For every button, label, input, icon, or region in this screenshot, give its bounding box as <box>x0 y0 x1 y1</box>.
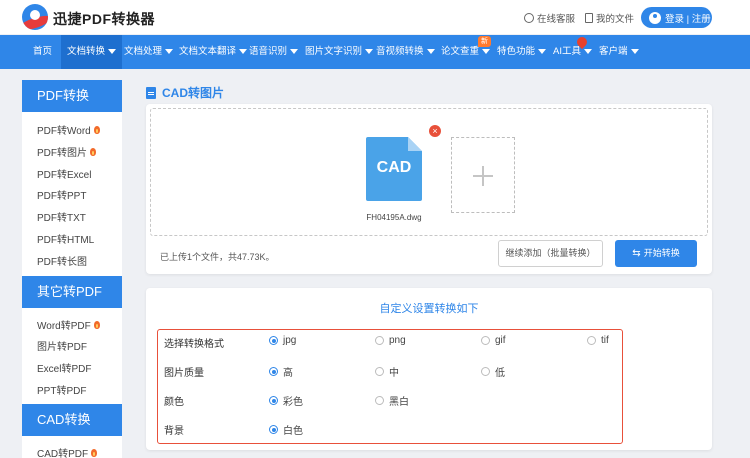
new-badge: 新 <box>478 36 491 47</box>
my-files-label: 我的文件 <box>596 14 635 25</box>
radio-unchecked-icon <box>587 336 596 345</box>
login-label: 登录 | 注册 <box>665 13 711 25</box>
caret-down-icon <box>538 48 547 54</box>
file-extension-label: CAD <box>376 159 412 176</box>
file-fold-icon <box>408 137 422 151</box>
login-button[interactable]: 登录 | 注册 <box>641 7 712 28</box>
document-icon <box>146 86 156 99</box>
start-convert-label: 开始转换 <box>643 248 680 258</box>
flame-icon <box>93 320 100 329</box>
radio-checked-icon <box>269 367 278 376</box>
sidebar-item-excel-to-pdf[interactable]: Excel转PDF <box>37 360 91 375</box>
nav-item-av-convert[interactable]: 音视频转换 <box>376 35 435 69</box>
nav-item-ocr[interactable]: 图片文字识别 <box>305 35 374 69</box>
color-option-color[interactable]: 彩色 <box>269 393 303 408</box>
quality-option-low[interactable]: 低 <box>481 364 505 379</box>
sidebar-item-word-to-pdf[interactable]: Word转PDF <box>37 317 100 332</box>
start-convert-button[interactable]: ⇆ 开始转换 <box>615 240 697 267</box>
my-files-link[interactable]: 我的文件 <box>585 11 634 25</box>
add-file-button[interactable] <box>451 137 515 213</box>
radio-unchecked-icon <box>481 336 490 345</box>
online-service-link[interactable]: 在线客服 <box>524 11 575 25</box>
nav-item-translate[interactable]: 文档文本翻译 <box>179 35 248 69</box>
logo-icon[interactable] <box>22 4 48 30</box>
settings-options-box: 选择转换格式 jpg png gif tif 图片质量 高 中 低 颜色 彩色 … <box>157 329 623 444</box>
color-label: 颜色 <box>164 397 184 408</box>
settings-panel: 自定义设置转换如下 选择转换格式 jpg png gif tif 图片质量 高 … <box>146 288 712 450</box>
page-title-label: CAD转图片 <box>162 86 224 100</box>
brand-name[interactable]: 迅捷PDF转换器 <box>53 9 155 29</box>
flame-icon <box>93 125 100 134</box>
headset-icon <box>524 13 534 23</box>
sidebar-item-image-to-pdf[interactable]: 图片转PDF <box>37 338 87 353</box>
add-more-files-button[interactable]: 继续添加（批量转换） <box>498 240 603 267</box>
file-thumbnail: CAD <box>366 137 422 201</box>
file-name: FH04195A.dwg <box>366 213 422 222</box>
nav-item-doc-process[interactable]: 文档处理 <box>124 35 174 69</box>
caret-down-icon <box>482 48 491 54</box>
main-nav: 首页 文档转换 文档处理 文档文本翻译 语音识别 图片文字识别 音视频转换 论文… <box>0 35 750 69</box>
caret-down-icon <box>365 48 374 54</box>
caret-down-icon <box>165 48 174 54</box>
top-header: 迅捷PDF转换器 在线客服 我的文件 登录 | 注册 <box>0 0 750 34</box>
radio-checked-icon <box>269 425 278 434</box>
upload-panel: CAD × FH04195A.dwg 已上传1个文件，共47.73K。 继续添加… <box>146 104 712 274</box>
quality-option-medium[interactable]: 中 <box>375 364 399 379</box>
background-option-white[interactable]: 白色 <box>269 422 303 437</box>
convert-icon: ⇆ <box>632 248 641 259</box>
radio-unchecked-icon <box>375 367 384 376</box>
sidebar-item-pdf-to-html[interactable]: PDF转HTML <box>37 231 94 246</box>
format-label: 选择转换格式 <box>164 339 224 350</box>
background-label: 背景 <box>164 426 184 437</box>
remove-file-icon[interactable]: × <box>429 125 441 137</box>
nav-item-client[interactable]: 客户端 <box>599 35 639 69</box>
file-dropzone[interactable]: CAD × FH04195A.dwg <box>150 108 708 236</box>
caret-down-icon <box>426 48 435 54</box>
upload-status-text: 已上传1个文件，共47.73K。 <box>160 252 275 262</box>
file-icon <box>585 13 593 23</box>
quality-label: 图片质量 <box>164 368 204 379</box>
format-option-tif[interactable]: tif <box>587 335 609 346</box>
format-option-png[interactable]: png <box>375 335 406 346</box>
sidebar-section-other-to-pdf: 其它转PDF <box>22 276 122 308</box>
radio-unchecked-icon <box>481 367 490 376</box>
sidebar: PDF转换 PDF转Word PDF转图片 PDF转Excel PDF转PPT … <box>22 80 122 458</box>
user-icon <box>649 11 661 24</box>
sidebar-item-ppt-to-pdf[interactable]: PPT转PDF <box>37 382 86 397</box>
color-option-bw[interactable]: 黑白 <box>375 393 409 408</box>
nav-item-doc-convert[interactable]: 文档转换 <box>61 35 123 69</box>
sidebar-item-pdf-to-ppt[interactable]: PDF转PPT <box>37 187 86 202</box>
flame-icon <box>91 448 98 457</box>
flame-icon <box>90 147 96 156</box>
radio-unchecked-icon <box>375 396 384 405</box>
sidebar-item-pdf-to-excel[interactable]: PDF转Excel <box>37 166 91 181</box>
quality-option-high[interactable]: 高 <box>269 364 293 379</box>
caret-down-icon <box>583 48 592 54</box>
sidebar-section-cad-convert: CAD转换 <box>22 404 122 436</box>
sidebar-item-pdf-to-image[interactable]: PDF转图片 <box>37 144 96 159</box>
page-title: CAD转图片 <box>146 84 224 101</box>
nav-item-home[interactable]: 首页 <box>33 35 52 69</box>
caret-down-icon <box>239 48 248 54</box>
format-option-gif[interactable]: gif <box>481 335 506 346</box>
sidebar-item-pdf-to-txt[interactable]: PDF转TXT <box>37 209 86 224</box>
online-service-label: 在线客服 <box>537 14 576 25</box>
sidebar-item-cad-to-pdf[interactable]: CAD转PDF <box>37 445 98 458</box>
caret-down-icon <box>290 48 299 54</box>
radio-checked-icon <box>269 336 278 345</box>
nav-item-speech[interactable]: 语音识别 <box>249 35 299 69</box>
caret-down-icon <box>630 48 639 54</box>
sidebar-item-pdf-to-long-image[interactable]: PDF转长图 <box>37 253 87 268</box>
nav-item-features[interactable]: 特色功能 <box>497 35 547 69</box>
radio-unchecked-icon <box>375 336 384 345</box>
sidebar-item-pdf-to-word[interactable]: PDF转Word <box>37 122 100 137</box>
settings-title: 自定义设置转换如下 <box>379 303 479 315</box>
format-option-jpg[interactable]: jpg <box>269 335 296 346</box>
caret-down-icon <box>108 48 117 54</box>
radio-checked-icon <box>269 396 278 405</box>
sidebar-section-pdf-convert: PDF转换 <box>22 80 122 112</box>
